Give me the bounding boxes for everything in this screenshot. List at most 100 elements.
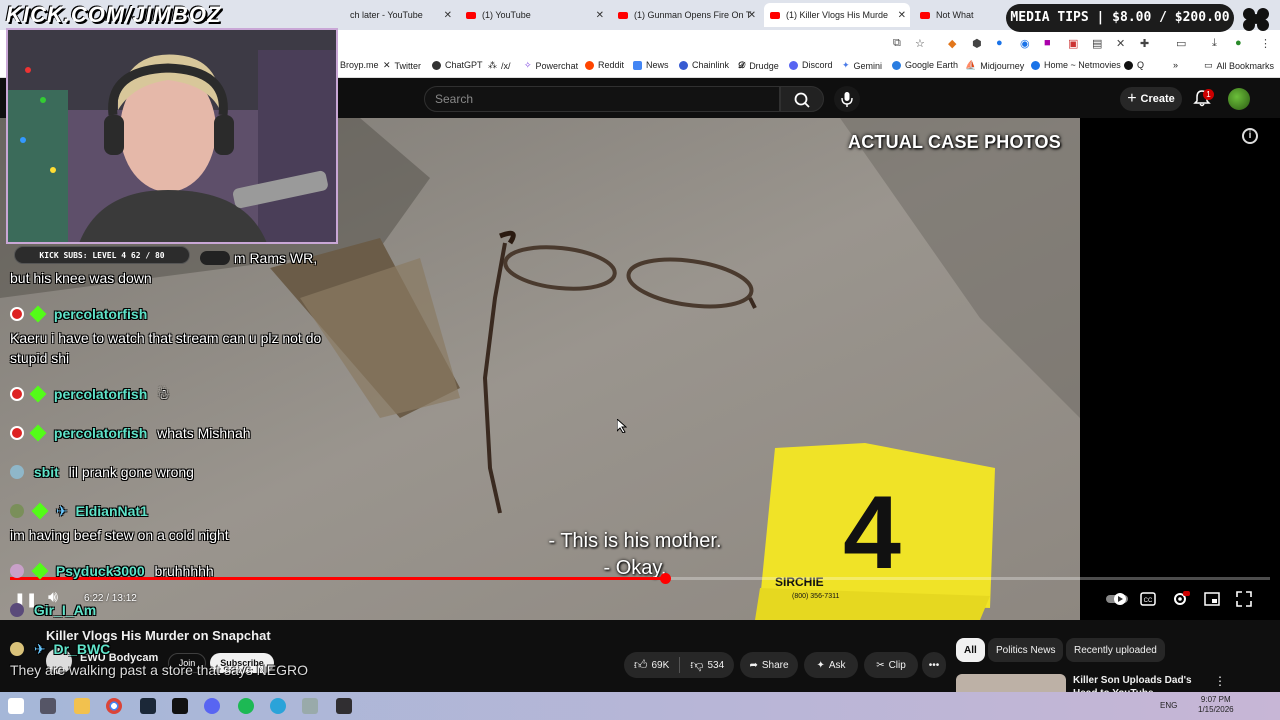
share-button[interactable]: ➦ Share (740, 652, 798, 678)
bookmark-netmovies[interactable]: Home ~ Netmovies (1031, 60, 1121, 70)
x-twitter-icon[interactable]: ✕ (1116, 37, 1125, 50)
subtitles-cc-icon[interactable]: CC (1140, 592, 1156, 609)
chip-politics-news[interactable]: Politics News (988, 638, 1064, 662)
tab-label: (1) Gunman Opens Fire On T (634, 10, 752, 20)
tab-killer-vlogs[interactable]: (1) Killer Vlogs His Murde ✕ (764, 3, 910, 27)
create-button[interactable]: + Create (1120, 87, 1182, 111)
more-actions-icon[interactable]: ••• (922, 652, 946, 678)
bookmark-gemini[interactable]: ✦ Gemini (842, 60, 882, 71)
sidepanel-icon[interactable]: ▭ (1176, 37, 1186, 50)
ask-button[interactable]: ✦ Ask (804, 652, 858, 678)
bookmark-drudge[interactable]: 𝒟 Drudge (738, 60, 779, 71)
chat-username[interactable]: percolatorfish (54, 386, 147, 402)
close-icon[interactable]: ✕ (444, 10, 452, 21)
app-icon[interactable] (302, 698, 318, 714)
settings-gear-icon[interactable] (1172, 591, 1190, 610)
extension-icon[interactable]: ▤ (1092, 37, 1102, 50)
chat-username[interactable]: Gir_I_Am (34, 602, 96, 618)
bookmark-reddit[interactable]: Reddit (585, 60, 624, 70)
miniplayer-icon[interactable] (1204, 592, 1220, 609)
extension-icon[interactable]: ● (996, 37, 1003, 49)
close-icon[interactable]: ✕ (898, 10, 906, 21)
task-view-icon[interactable] (40, 698, 56, 714)
bookmark-chatgpt[interactable]: ChatGPT (432, 60, 483, 70)
bookmark-twitter[interactable]: ✕ Twitter (383, 60, 421, 71)
file-explorer-icon[interactable] (74, 698, 90, 714)
chat-username[interactable]: EldianNat1 (76, 503, 148, 519)
telegram-icon[interactable] (270, 698, 286, 714)
bookmark-discord[interactable]: Discord (789, 60, 833, 70)
dislike-count[interactable]: 534 (707, 660, 724, 671)
shield-icon[interactable]: ⬢ (972, 37, 982, 50)
info-icon[interactable]: i (1242, 128, 1258, 144)
bookmark-powerchat[interactable]: ✧ Powerchat (524, 60, 578, 71)
bookmark-broyp[interactable]: Broyp.me (340, 60, 379, 70)
chat-text: but his knee was down (10, 270, 152, 286)
chat-username[interactable]: Dr_BWC (54, 641, 111, 657)
discord-icon[interactable] (204, 698, 220, 714)
bookmark-midjourney[interactable]: ⛵ Midjourney (965, 60, 1024, 71)
case-photos-label: ACTUAL CASE PHOTOS (848, 132, 1061, 152)
emote-icon: ☃ (157, 386, 170, 402)
tab-not-what[interactable]: Not What (914, 3, 1004, 27)
scissors-icon: ✂ (876, 659, 885, 671)
search-button[interactable] (780, 86, 824, 112)
windows-start-icon[interactable] (8, 698, 24, 714)
close-icon[interactable]: ✕ (596, 10, 604, 21)
stream-banner: KICK.COM/JIMBOZ (0, 0, 340, 30)
like-count[interactable]: 69K (651, 660, 669, 671)
tab-gunman[interactable]: (1) Gunman Opens Fire On T ✕ (612, 3, 760, 27)
tab-youtube-home[interactable]: (1) YouTube ✕ (460, 3, 608, 27)
bookmarks-overflow-chevron-icon[interactable]: » (1173, 60, 1178, 70)
youtube-icon (920, 11, 930, 19)
chat-message: ✈ Dr_BWC (10, 639, 340, 659)
close-icon[interactable]: ✕ (748, 10, 756, 21)
chatgpt-icon (432, 60, 441, 70)
profile-icon[interactable]: ● (1235, 37, 1242, 49)
metamask-icon[interactable]: ◆ (948, 37, 956, 50)
audio-icon[interactable]: ◉ (1020, 37, 1030, 50)
search-input[interactable]: Search (424, 86, 780, 112)
chrome-icon[interactable] (106, 698, 122, 714)
download-icon[interactable]: ⤓ (1212, 37, 1217, 50)
grid-icon: ⁂ (488, 60, 497, 70)
terminal-icon[interactable] (172, 698, 188, 714)
bookmark-q[interactable]: Q (1124, 60, 1144, 70)
clip-button[interactable]: ✂ Clip (864, 652, 918, 678)
menu-icon[interactable]: ⋮ (1260, 37, 1271, 50)
autoplay-toggle[interactable] (1106, 592, 1128, 609)
spotify-icon[interactable] (238, 698, 254, 714)
account-avatar[interactable] (1228, 88, 1250, 110)
voice-search-button[interactable] (834, 86, 860, 112)
chat-text: m Rams WR, (233, 250, 318, 266)
extension-icon[interactable]: ▣ (1068, 37, 1078, 50)
bookmark-star-icon[interactable]: ☆ (915, 37, 925, 50)
chat-username[interactable]: Psyduck3000 (56, 563, 145, 579)
cast-icon[interactable]: ⧉ (893, 37, 901, 50)
fullscreen-icon[interactable] (1236, 591, 1252, 610)
recommended-menu-icon[interactable]: ⋮ (1214, 674, 1226, 688)
chip-all[interactable]: All (956, 638, 985, 662)
language-indicator[interactable]: ENG (1160, 701, 1177, 710)
puzzle-icon[interactable]: ✚ (1140, 37, 1149, 50)
system-clock[interactable]: 9:07 PM 1/15/2026 (1198, 695, 1234, 715)
recommended-thumbnail[interactable] (956, 674, 1066, 692)
bookmark-x[interactable]: ⁂ /x/ (488, 60, 511, 71)
chat-username[interactable]: percolatorfish (54, 306, 147, 322)
bookmark-news[interactable]: News (633, 60, 669, 70)
extension-icon[interactable]: ■ (1044, 37, 1051, 49)
steam-icon[interactable] (140, 698, 156, 714)
youtube-icon (770, 11, 780, 19)
all-bookmarks[interactable]: ▭ All Bookmarks (1204, 60, 1274, 71)
chat-message: Psyduck3000 bruhhhhh (10, 561, 340, 581)
tab-watch-later[interactable]: ch later - YouTube ✕ (344, 3, 456, 27)
user-badge-icon (10, 564, 24, 578)
thumbs-up-icon[interactable]: 👍︎ (634, 657, 648, 673)
chat-username[interactable]: percolatorfish (54, 425, 147, 441)
chip-recently-uploaded[interactable]: Recently uploaded (1066, 638, 1165, 662)
bookmark-google-earth[interactable]: Google Earth (892, 60, 958, 70)
obs-icon[interactable] (336, 698, 352, 714)
bookmark-chainlink[interactable]: Chainlink (679, 60, 729, 70)
thumbs-down-icon[interactable]: 👎︎ (690, 657, 703, 673)
chat-username[interactable]: sbit (34, 464, 59, 480)
